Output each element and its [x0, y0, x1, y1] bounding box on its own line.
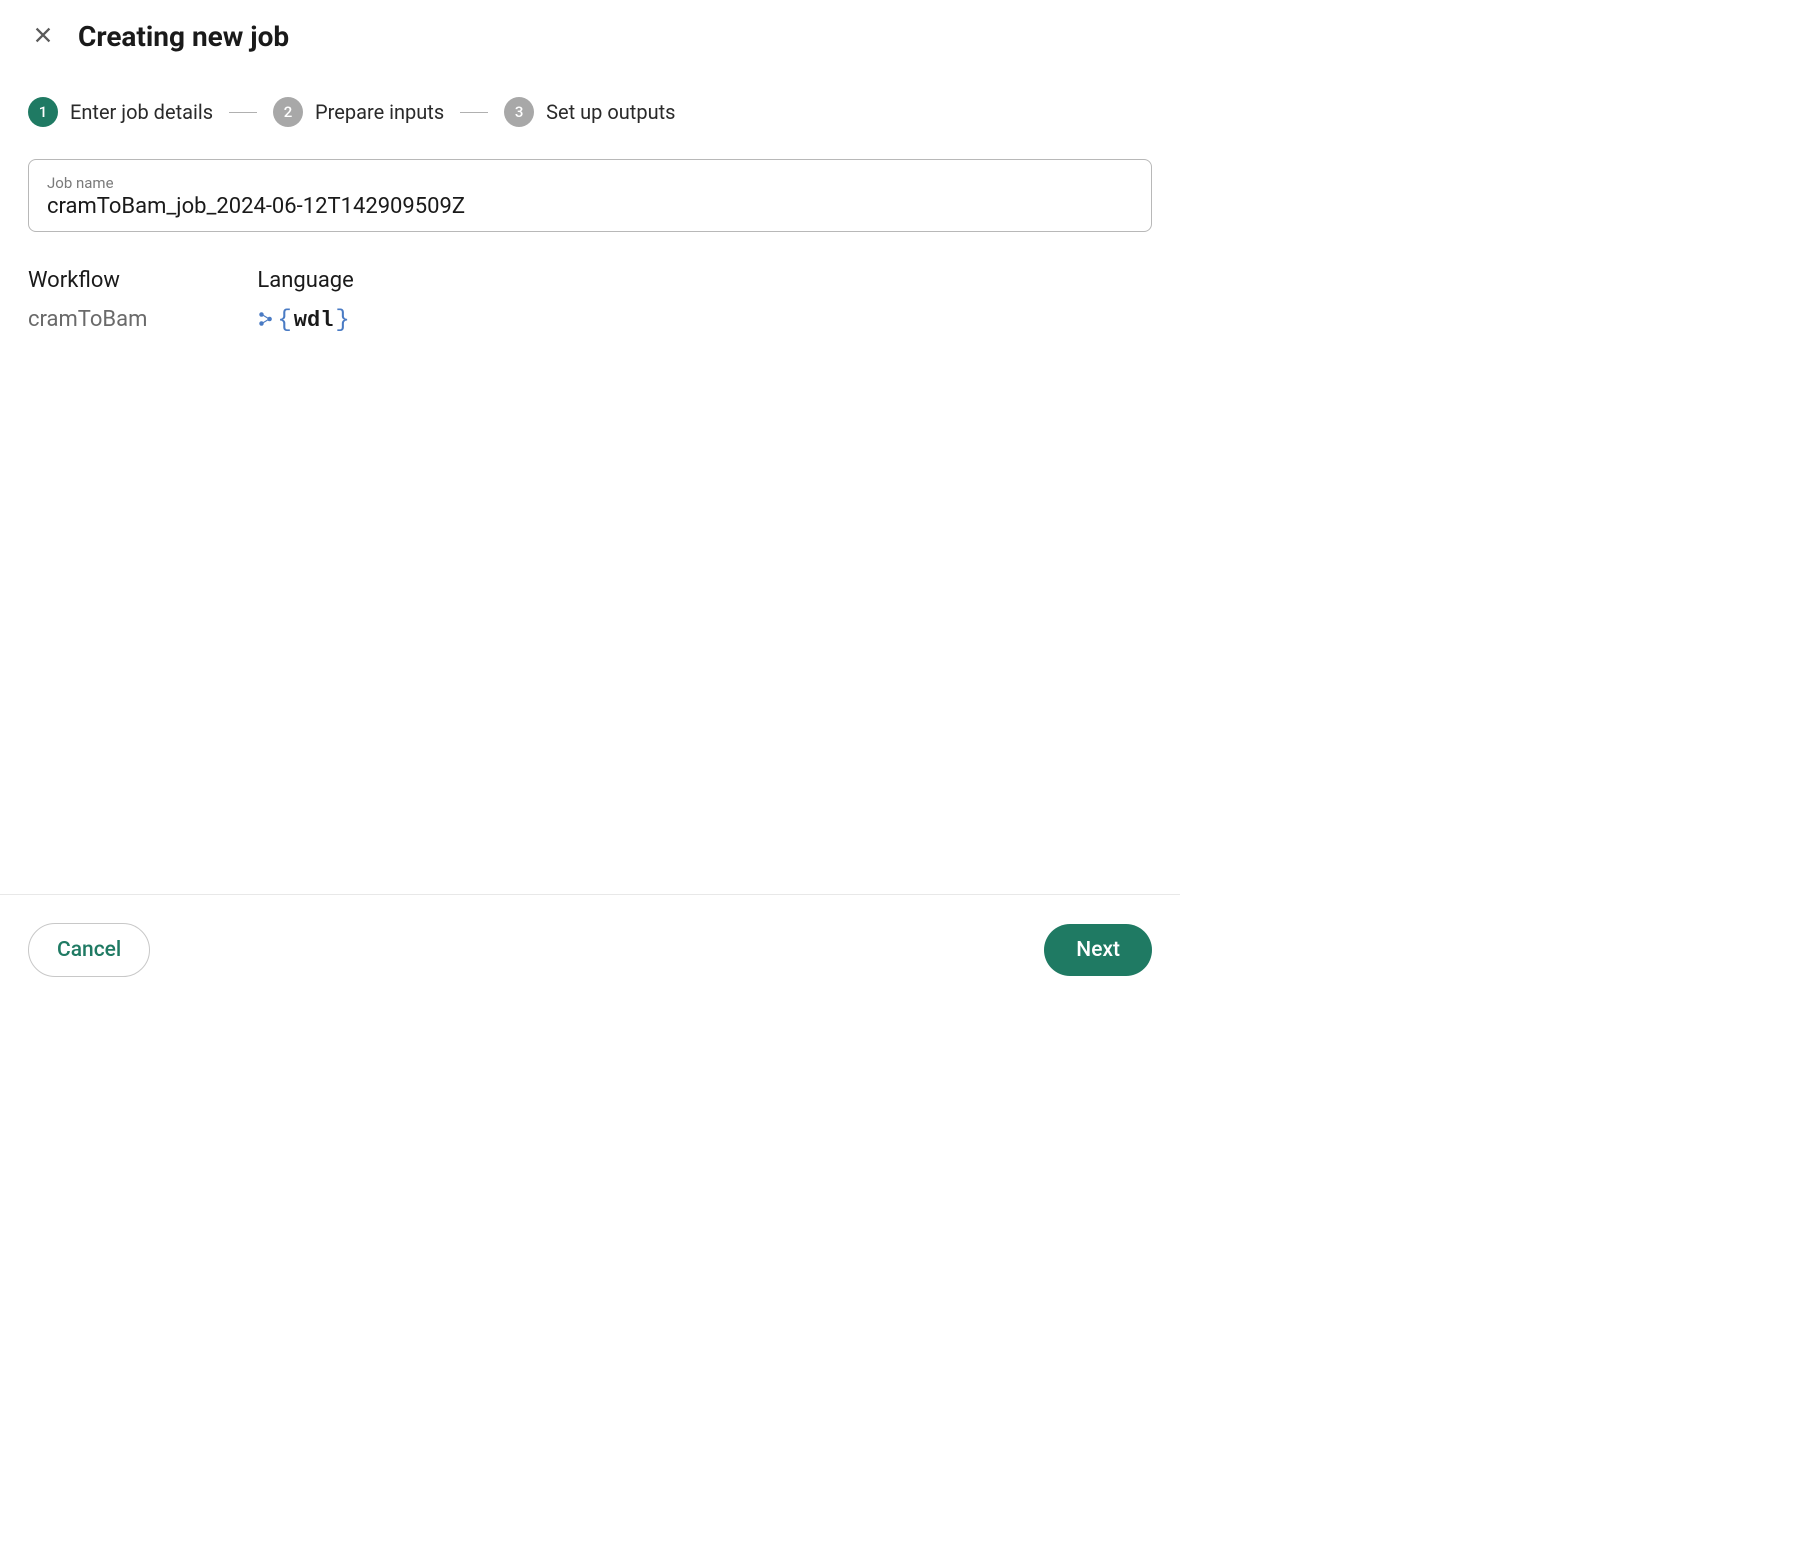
step-enter-job-details[interactable]: 1 Enter job details: [28, 97, 213, 127]
step-label: Enter job details: [70, 100, 213, 124]
step-label: Set up outputs: [546, 100, 675, 124]
language-info: Language { wdl }: [257, 268, 353, 334]
language-value: wdl: [294, 308, 334, 333]
page-title: Creating new job: [78, 20, 289, 53]
close-button[interactable]: [28, 20, 58, 53]
step-label: Prepare inputs: [315, 100, 444, 124]
workflow-info: Workflow cramToBam: [28, 268, 147, 334]
next-button[interactable]: Next: [1044, 924, 1152, 976]
workflow-icon: [257, 310, 275, 332]
footer: Cancel Next: [0, 894, 1180, 1005]
step-number-1: 1: [28, 97, 58, 127]
brace-close-icon: }: [335, 307, 349, 334]
step-number-3: 3: [504, 97, 534, 127]
workflow-value: cramToBam: [28, 307, 147, 332]
language-badge: { wdl }: [257, 307, 353, 334]
form-area: Job name: [0, 159, 1180, 232]
step-prepare-inputs[interactable]: 2 Prepare inputs: [273, 97, 444, 127]
stepper: 1 Enter job details 2 Prepare inputs 3 S…: [0, 73, 1180, 159]
step-connector: [460, 112, 488, 113]
language-label: Language: [257, 268, 353, 293]
job-name-label: Job name: [47, 174, 1133, 192]
close-icon: [32, 24, 54, 49]
brace-open-icon: {: [277, 307, 291, 334]
cancel-button[interactable]: Cancel: [28, 923, 150, 977]
job-name-input[interactable]: [47, 194, 1133, 219]
step-number-2: 2: [273, 97, 303, 127]
workflow-label: Workflow: [28, 268, 147, 293]
modal-header: Creating new job: [0, 0, 1180, 73]
step-connector: [229, 112, 257, 113]
info-row: Workflow cramToBam Language { wdl }: [0, 232, 1180, 334]
step-set-up-outputs[interactable]: 3 Set up outputs: [504, 97, 675, 127]
job-name-field[interactable]: Job name: [28, 159, 1152, 232]
